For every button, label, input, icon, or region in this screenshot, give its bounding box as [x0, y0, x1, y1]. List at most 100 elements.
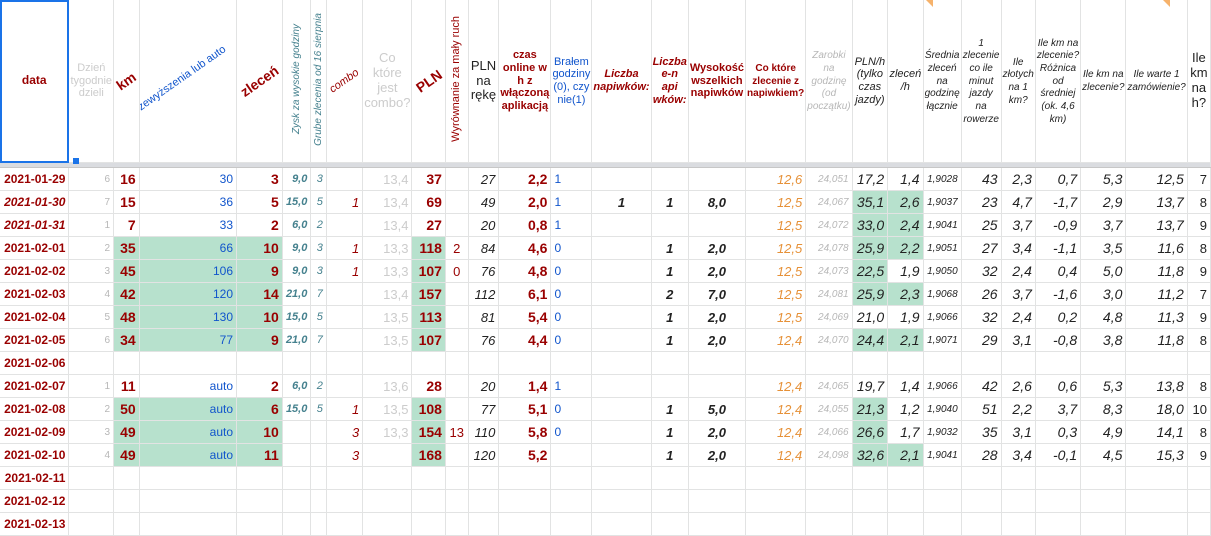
header-high-hours-profit[interactable]: Zysk za wysokie godziny: [282, 0, 312, 163]
cell-min[interactable]: 35: [961, 420, 1002, 444]
cell-z[interactable]: 10: [236, 305, 283, 329]
header-etips-count[interactable]: Liczba e-n api wków:: [651, 0, 689, 163]
cell-d[interactable]: 2021-02-10: [0, 443, 70, 467]
cell-kmh[interactable]: 8: [1187, 328, 1211, 352]
cell-gz[interactable]: [310, 443, 327, 467]
cell-kz[interactable]: [1080, 489, 1127, 513]
cell-ln[interactable]: [591, 305, 652, 329]
cell-pln[interactable]: 118: [411, 236, 446, 260]
cell-zk[interactable]: 3,4: [1001, 236, 1036, 260]
cell-zlh[interactable]: 1,9: [887, 305, 924, 329]
cell-zh[interactable]: [805, 512, 853, 536]
cell-ln[interactable]: [591, 213, 652, 237]
cell-z[interactable]: 14: [236, 282, 283, 306]
cell-zlh[interactable]: [887, 489, 924, 513]
cell-zlh[interactable]: 2,1: [887, 443, 924, 467]
cell-km[interactable]: 7: [113, 213, 140, 237]
cell-zlh[interactable]: 2,1: [887, 328, 924, 352]
cell-w1[interactable]: 11,8: [1125, 328, 1188, 352]
cell-kmh[interactable]: [1187, 512, 1211, 536]
header-orders-per-h[interactable]: zleceń /h: [887, 0, 924, 163]
cell-zlh[interactable]: 2,3: [887, 282, 924, 306]
cell-le[interactable]: 1: [651, 420, 689, 444]
cell-co[interactable]: [498, 489, 552, 513]
cell-cc[interactable]: 13,5: [362, 397, 413, 421]
cell-zk[interactable]: 2,2: [1001, 397, 1036, 421]
cell-plnh[interactable]: [852, 351, 889, 375]
cell-zlh[interactable]: 2,2: [887, 236, 924, 260]
cell-sr[interactable]: 1,9041: [923, 213, 962, 237]
cell-zk[interactable]: [1001, 512, 1036, 536]
cell-zg[interactable]: 6,0: [282, 374, 312, 398]
cell-kz[interactable]: 3,5: [1080, 236, 1127, 260]
cell-km[interactable]: [113, 351, 140, 375]
cell-cb[interactable]: 1: [326, 190, 364, 214]
cell-pr[interactable]: [468, 466, 500, 490]
cell-kmh[interactable]: 10: [1187, 397, 1211, 421]
cell-cc[interactable]: 13,3: [362, 259, 413, 283]
cell-roz[interactable]: [1035, 489, 1082, 513]
cell-min[interactable]: 32: [961, 305, 1002, 329]
cell-kz[interactable]: 4,8: [1080, 305, 1127, 329]
cell-zh[interactable]: 24,051: [805, 167, 853, 191]
cell-cz[interactable]: 12,4: [745, 374, 807, 398]
cell-plnh[interactable]: 32,6: [852, 443, 889, 467]
cell-w1[interactable]: [1125, 489, 1188, 513]
cell-d[interactable]: 2021-02-04: [0, 305, 70, 329]
cell-co[interactable]: [498, 351, 552, 375]
cell-co[interactable]: 5,4: [498, 305, 552, 329]
cell-zh[interactable]: 24,065: [805, 374, 853, 398]
cell-z[interactable]: 10: [236, 420, 283, 444]
cell-pln[interactable]: 154: [411, 420, 446, 444]
cell-roz[interactable]: -0,1: [1035, 443, 1082, 467]
cell-le[interactable]: 1: [651, 443, 689, 467]
cell-w1[interactable]: 13,8: [1125, 374, 1188, 398]
cell-zh[interactable]: 24,078: [805, 236, 853, 260]
cell-km[interactable]: 50: [113, 397, 140, 421]
cell-zk[interactable]: [1001, 351, 1036, 375]
cell-wn[interactable]: [688, 466, 747, 490]
cell-kmh[interactable]: [1187, 351, 1211, 375]
cell-z[interactable]: 2: [236, 374, 283, 398]
cell-cc[interactable]: [362, 443, 413, 467]
cell-sr[interactable]: 1,9066: [923, 374, 962, 398]
cell-le[interactable]: 2: [651, 282, 689, 306]
cell-gz[interactable]: 3: [310, 167, 327, 191]
header-avg-orders-h[interactable]: Średnia zleceń na godzinę łącznie: [923, 0, 962, 163]
header-minutes-per-order[interactable]: 1 zlecenie co ile minut jazdy na rowerze: [961, 0, 1002, 163]
cell-plnh[interactable]: 17,2: [852, 167, 889, 191]
cell-le[interactable]: 1: [651, 397, 689, 421]
cell-bg[interactable]: 1: [550, 190, 593, 214]
cell-wd[interactable]: 6: [68, 328, 115, 352]
cell-bg[interactable]: [550, 466, 593, 490]
header-km-per-h[interactable]: Ile km na h?: [1187, 0, 1211, 163]
cell-d[interactable]: 2021-01-30: [0, 190, 70, 214]
cell-cz[interactable]: 12,4: [745, 443, 807, 467]
cell-zlh[interactable]: [887, 512, 924, 536]
cell-km[interactable]: 42: [113, 282, 140, 306]
cell-km[interactable]: [113, 489, 140, 513]
cell-le[interactable]: [651, 213, 689, 237]
cell-w1[interactable]: 11,2: [1125, 282, 1188, 306]
cell-wy[interactable]: 0: [445, 259, 469, 283]
cell-z[interactable]: 5: [236, 190, 283, 214]
cell-zk[interactable]: 2,3: [1001, 167, 1036, 191]
cell-wy[interactable]: [445, 512, 469, 536]
cell-kmh[interactable]: 9: [1187, 213, 1211, 237]
cell-wy[interactable]: 13: [445, 420, 469, 444]
cell-sr[interactable]: [923, 512, 962, 536]
cell-wy[interactable]: [445, 167, 469, 191]
cell-wn[interactable]: 8,0: [688, 190, 747, 214]
cell-kmh[interactable]: 9: [1187, 443, 1211, 467]
cell-roz[interactable]: 0,6: [1035, 374, 1082, 398]
cell-roz[interactable]: [1035, 512, 1082, 536]
cell-cb[interactable]: 1: [326, 236, 364, 260]
cell-pa[interactable]: 36: [139, 190, 238, 214]
cell-sr[interactable]: 1,9032: [923, 420, 962, 444]
cell-co[interactable]: 6,1: [498, 282, 552, 306]
cell-min[interactable]: 23: [961, 190, 1002, 214]
cell-pa[interactable]: auto: [139, 374, 238, 398]
header-tip-every[interactable]: Co które zlecenie z napiwkiem?: [745, 0, 807, 163]
cell-wy[interactable]: [445, 466, 469, 490]
cell-bg[interactable]: [550, 489, 593, 513]
